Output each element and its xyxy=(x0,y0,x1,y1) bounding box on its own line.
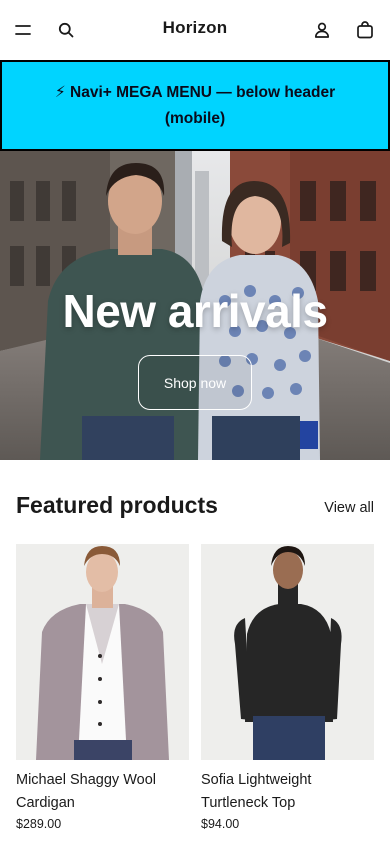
product-name[interactable]: Michael Shaggy Wool Cardigan xyxy=(16,769,189,815)
hamburger-menu-icon[interactable] xyxy=(10,16,36,44)
product-card[interactable]: Sofia Lightweight Turtleneck Top $94.00 xyxy=(201,544,374,831)
product-name[interactable]: Sofia Lightweight Turtleneck Top xyxy=(201,769,374,815)
view-all-link[interactable]: View all xyxy=(324,500,374,516)
hero-banner: New arrivals Shop now xyxy=(0,151,390,460)
shopping-bag-icon[interactable] xyxy=(352,16,378,44)
section-title: Featured products xyxy=(16,492,218,518)
mega-menu-text: ⚡ Navi+ MEGA MENU — below header (mobile… xyxy=(54,83,336,127)
featured-products-header: Featured products View all xyxy=(16,490,374,524)
site-header: Horizon xyxy=(0,0,390,60)
product-price: $94.00 xyxy=(201,817,240,831)
brand-logo[interactable]: Horizon xyxy=(163,18,228,37)
product-image[interactable] xyxy=(16,544,189,760)
product-image[interactable] xyxy=(201,544,374,760)
product-price: $289.00 xyxy=(16,817,62,831)
hero-title: New arrivals xyxy=(62,285,328,337)
search-icon[interactable] xyxy=(53,16,79,44)
shop-now-button[interactable]: Shop now xyxy=(138,355,252,410)
product-card[interactable]: Michael Shaggy Wool Cardigan $289.00 xyxy=(16,544,189,831)
mega-menu-banner[interactable]: ⚡ Navi+ MEGA MENU — below header (mobile… xyxy=(0,60,390,151)
user-icon[interactable] xyxy=(309,16,335,44)
